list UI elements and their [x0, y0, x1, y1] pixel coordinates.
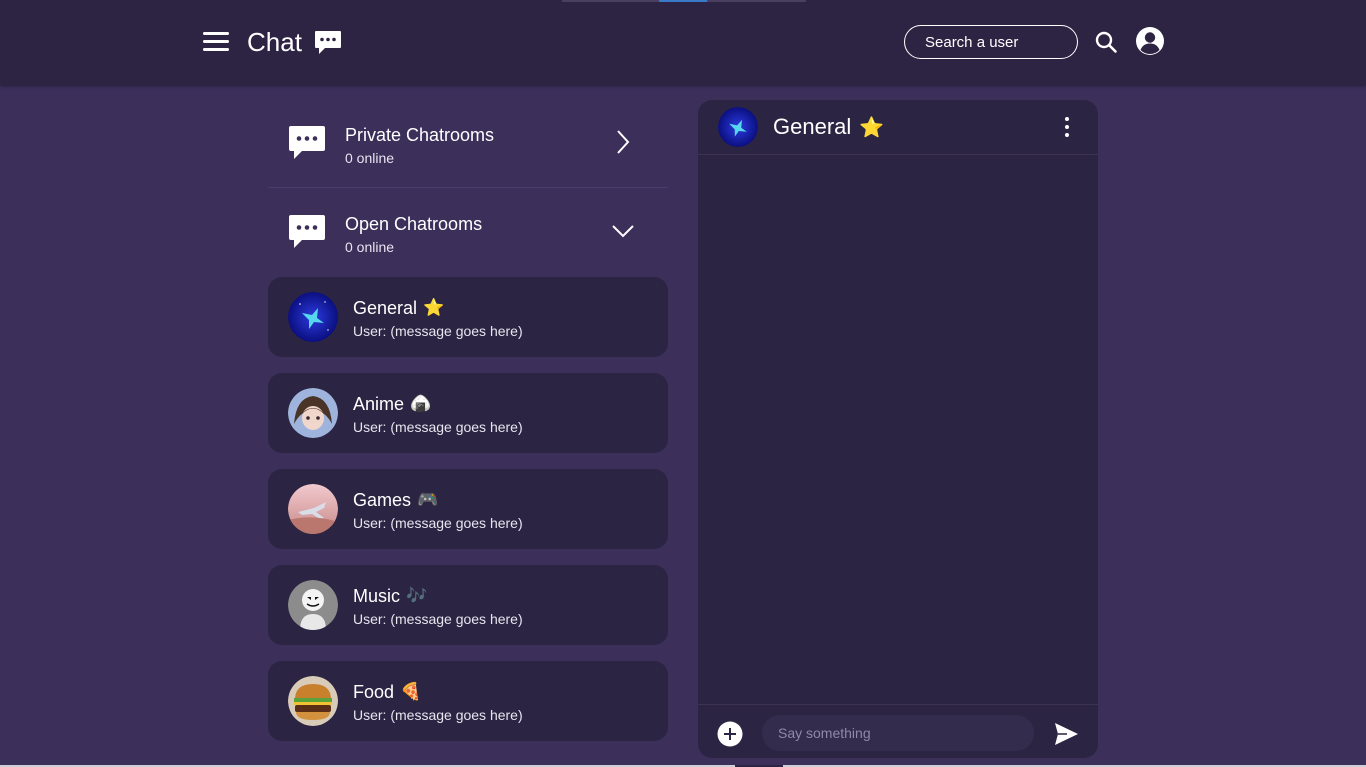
room-last-message: User: (message goes here) — [353, 515, 523, 531]
hamburger-menu-icon[interactable] — [203, 31, 229, 53]
chat-bubble-icon — [315, 31, 341, 54]
room-item-games[interactable]: Games 🎮 User: (message goes here) — [268, 469, 668, 549]
room-avatar — [288, 292, 338, 342]
top-bar: Chat — [0, 0, 1366, 85]
search-icon[interactable] — [1094, 30, 1118, 54]
star-emoji: ⭐ — [859, 117, 885, 139]
room-avatar — [288, 580, 338, 630]
room-name-text: Anime — [353, 394, 405, 414]
room-avatar — [288, 388, 338, 438]
category-title: Open Chatrooms — [345, 214, 483, 234]
chat-title: General ⭐ — [773, 114, 884, 141]
more-vertical-icon[interactable] — [1060, 114, 1074, 140]
music-notes-emoji: 🎶 — [406, 586, 428, 605]
chat-room-avatar — [718, 107, 758, 147]
room-name: General ⭐ — [353, 297, 444, 319]
room-name-text: Games — [353, 490, 412, 510]
open-chatrooms-section[interactable]: Open Chatrooms 0 online — [268, 189, 668, 277]
private-chatrooms-section[interactable]: Private Chatrooms 0 online — [268, 100, 668, 188]
room-name: Music 🎶 — [353, 585, 427, 607]
plus-circle-icon[interactable] — [717, 721, 743, 747]
rice-ball-emoji: 🍙 — [410, 394, 432, 413]
message-composer — [698, 704, 1098, 758]
search-user-input[interactable] — [904, 25, 1078, 59]
chevron-down-icon[interactable] — [611, 217, 635, 245]
room-name-text: Food — [353, 682, 395, 702]
room-last-message: User: (message goes here) — [353, 323, 523, 339]
room-name-text: Music — [353, 586, 401, 606]
room-name: Food 🍕 — [353, 681, 421, 703]
app-title: Chat — [247, 27, 302, 57]
room-last-message: User: (message goes here) — [353, 419, 523, 435]
message-input[interactable] — [762, 715, 1034, 751]
room-item-music[interactable]: Music 🎶 User: (message goes here) — [268, 565, 668, 645]
room-item-anime[interactable]: Anime 🍙 User: (message goes here) — [268, 373, 668, 453]
room-name-text: General — [353, 298, 418, 318]
room-item-general[interactable]: General ⭐ User: (message goes here) — [268, 277, 668, 357]
chat-title-text: General — [773, 114, 852, 139]
chat-panel: General ⭐ — [698, 100, 1098, 758]
chat-bubble-icon — [289, 126, 325, 159]
chat-header: General ⭐ — [698, 100, 1098, 155]
user-account-icon[interactable] — [1135, 26, 1165, 56]
online-count: 0 online — [345, 150, 395, 166]
star-emoji: ⭐ — [423, 298, 445, 317]
room-name: Anime 🍙 — [353, 393, 431, 415]
pizza-emoji: 🍕 — [400, 682, 422, 701]
room-last-message: User: (message goes here) — [353, 611, 523, 627]
top-scroll-indicator — [562, 0, 806, 2]
room-avatar — [288, 484, 338, 534]
chevron-right-icon[interactable] — [611, 128, 635, 156]
room-item-food[interactable]: Food 🍕 User: (message goes here) — [268, 661, 668, 741]
message-list[interactable] — [698, 156, 1098, 704]
room-name: Games 🎮 — [353, 489, 438, 511]
online-count: 0 online — [345, 239, 395, 255]
room-last-message: User: (message goes here) — [353, 707, 523, 723]
category-title: Private Chatrooms — [345, 125, 495, 145]
send-icon[interactable] — [1053, 721, 1079, 747]
chat-bubble-icon — [289, 215, 325, 248]
room-avatar — [288, 676, 338, 726]
game-controller-emoji: 🎮 — [417, 490, 439, 509]
